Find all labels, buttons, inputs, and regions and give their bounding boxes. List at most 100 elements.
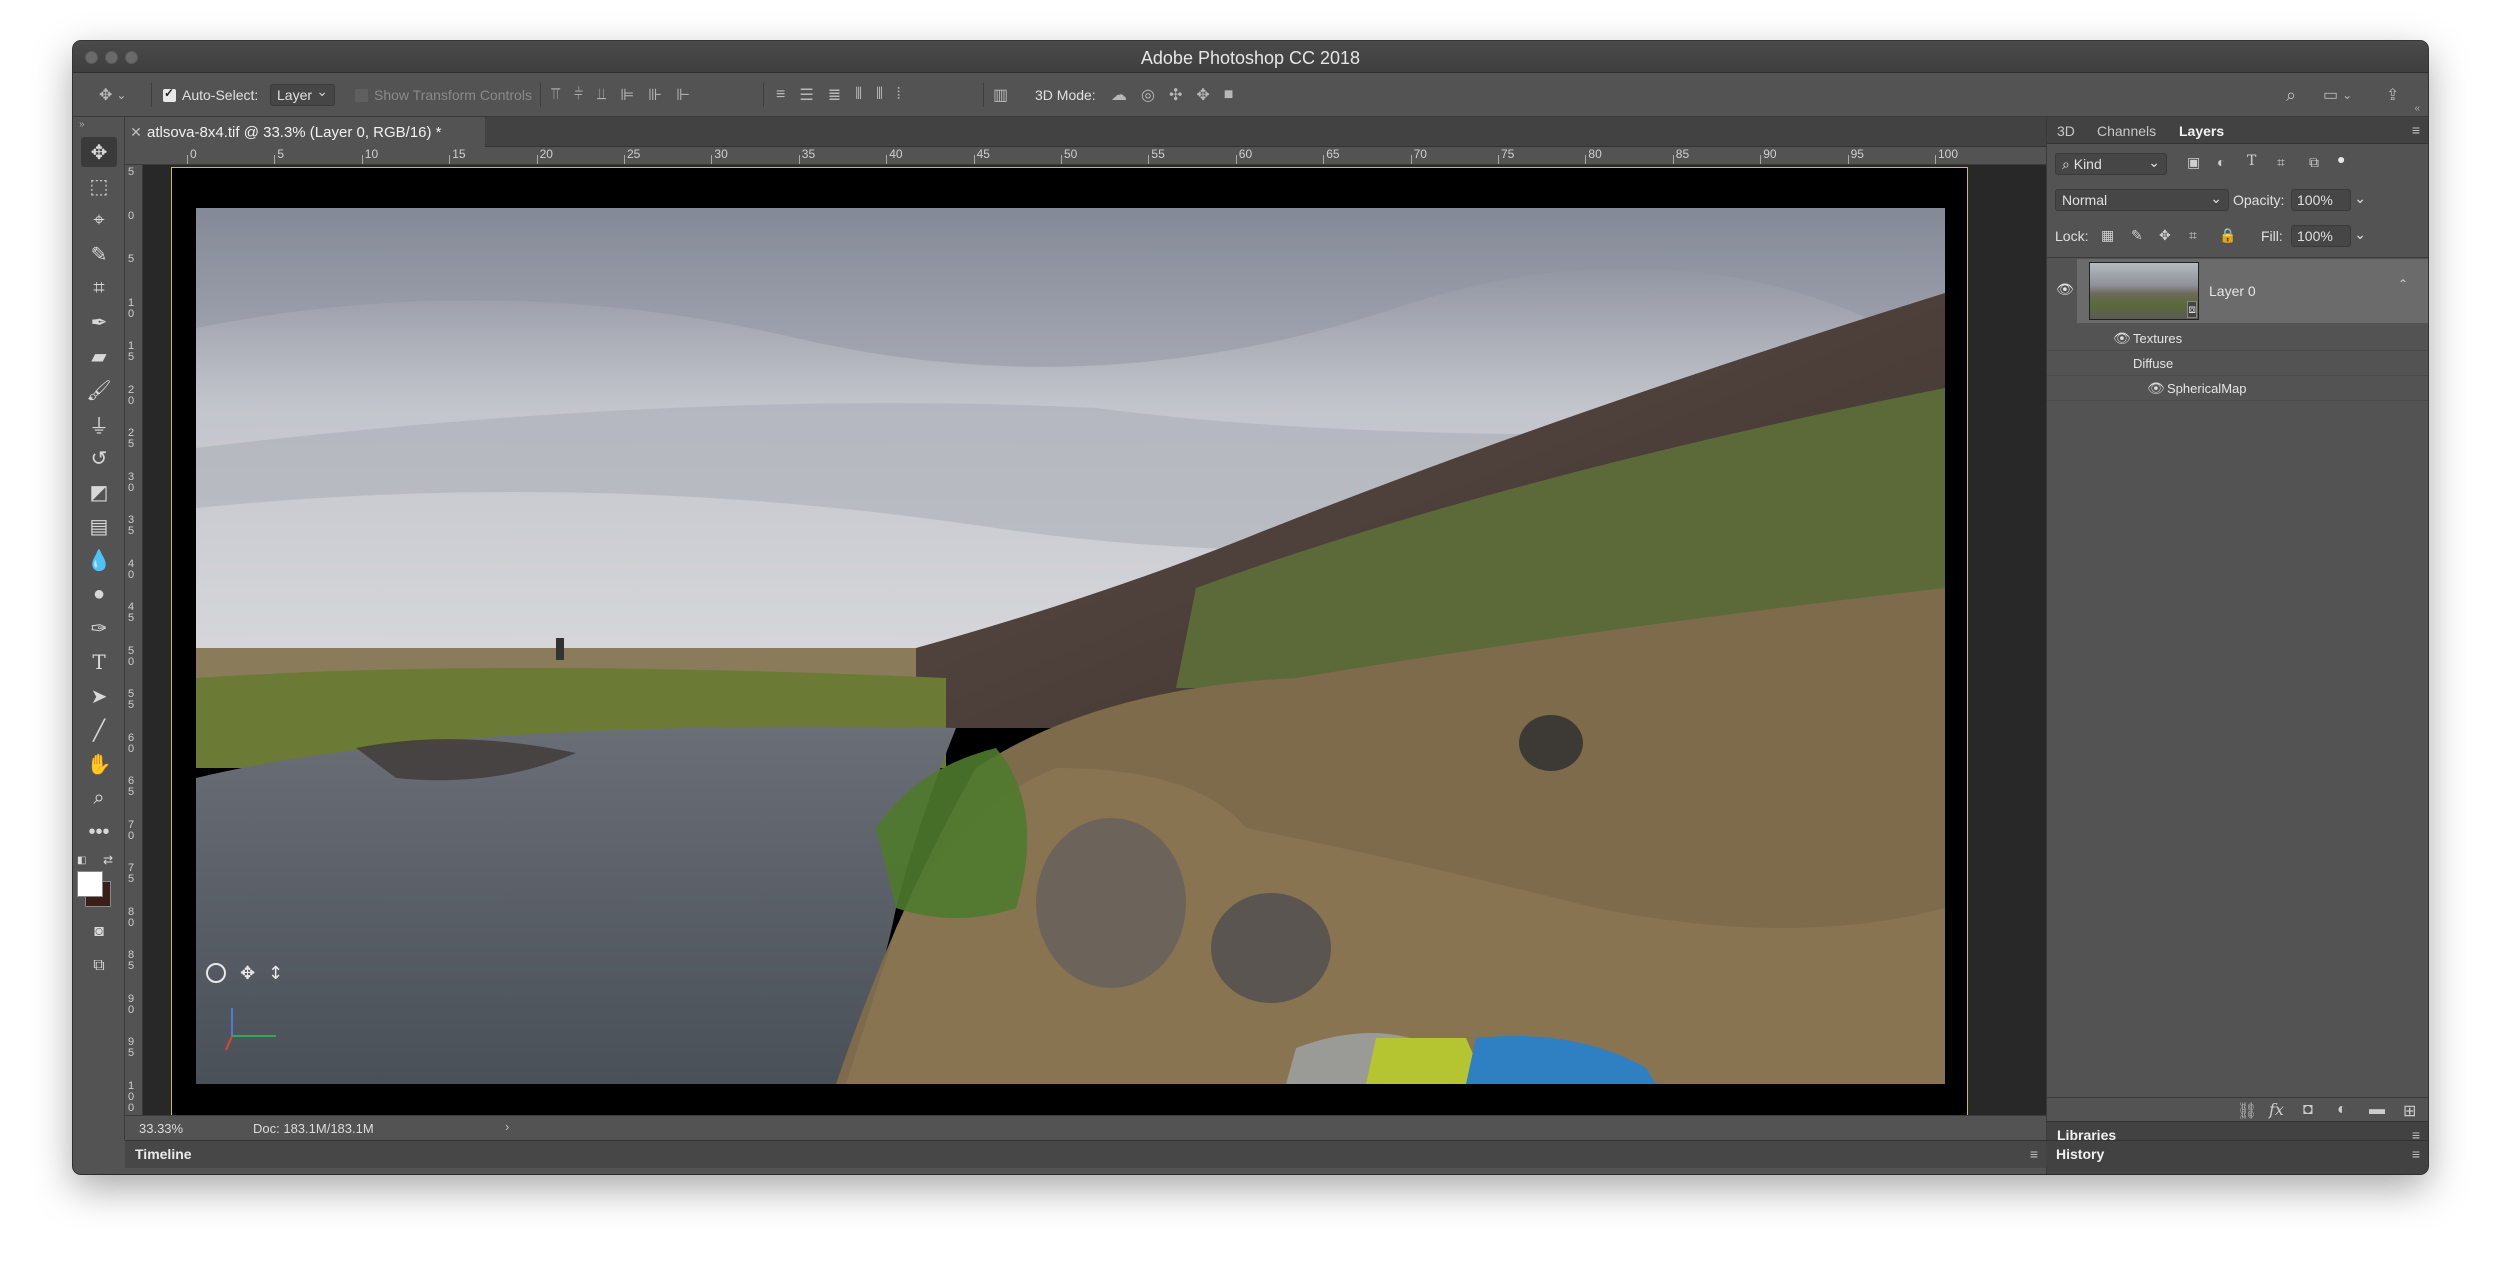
workspace-switcher[interactable]: ▭ ⌄ (2323, 73, 2352, 117)
layer-visibility-toggle[interactable]: 👁 (2047, 259, 2077, 325)
horizontal-ruler[interactable]: 0 5 10 15 20 25 30 35 40 45 50 55 60 65 70 75 80 85 90 95 10… (125, 147, 2046, 165)
lock-all-icon[interactable]: 🔒 (2219, 227, 2236, 244)
diffuse-row[interactable]: Diffuse (2047, 352, 2428, 376)
fill-input[interactable]: 100% ⌄ (2291, 225, 2366, 247)
default-colors-icon[interactable]: ◧ (77, 855, 86, 866)
scale-3d-icon[interactable]: ■ (1224, 86, 1234, 104)
tab-layers[interactable]: Layers (2179, 123, 2224, 139)
opacity-input[interactable]: 100% ⌄ (2291, 189, 2366, 211)
blur-tool[interactable]: 💧 (81, 545, 117, 575)
adjustment-layer-icon[interactable]: ◐ (2337, 1101, 2347, 1119)
type-tool[interactable]: T (81, 647, 117, 677)
share-button[interactable]: ⇪ (2386, 73, 2399, 117)
timeline-panel[interactable]: Timeline ≡ (125, 1140, 2046, 1168)
dodge-tool[interactable]: ● (81, 579, 117, 609)
align-vertical-center-icon[interactable]: ⫩ (574, 86, 583, 104)
show-transform-controls-checkbox[interactable]: Show Transform Controls (355, 73, 532, 117)
eyedropper-tool[interactable]: ✒ (81, 307, 117, 337)
marquee-tool[interactable]: ⬚ (81, 171, 117, 201)
filter-kind-dropdown[interactable]: ⌕ Kind ⌄ (2055, 153, 2167, 175)
hand-tool[interactable]: ✋ (81, 749, 117, 779)
zoom-tool[interactable]: ⌕ (81, 783, 117, 813)
new-group-icon[interactable]: ▬ (2369, 1101, 2385, 1119)
line-tool[interactable]: ╱ (81, 715, 117, 745)
eye-icon[interactable]: 👁 (2147, 380, 2165, 397)
new-layer-icon[interactable]: ⊞ (2403, 1101, 2416, 1121)
link-layers-icon[interactable]: ⛓ (2237, 1101, 2257, 1121)
blend-mode-dropdown[interactable]: Normal ⌄ (2055, 189, 2229, 211)
lock-transparent-pixels-icon[interactable]: ▦ (2101, 227, 2114, 244)
eraser-tool[interactable]: ◩ (81, 477, 117, 507)
align-left-icon[interactable]: ⊫ (620, 85, 634, 105)
auto-select-checkbox[interactable]: Auto-Select: (163, 73, 258, 117)
path-selection-tool[interactable]: ➤ (81, 681, 117, 711)
panel-menu-icon[interactable]: ≡ (2412, 122, 2420, 138)
chevron-up-icon[interactable]: ⌃ (2398, 277, 2408, 291)
document-tab[interactable]: ✕ atlsova-8x4.tif @ 33.3% (Layer 0, RGB/… (125, 117, 485, 147)
filter-shape-icon[interactable]: ⌗ (2277, 154, 2285, 171)
pen-tool[interactable]: ✑ (81, 613, 117, 643)
lock-image-pixels-icon[interactable]: ✎ (2131, 227, 2143, 244)
lock-position-icon[interactable]: ✥ (2159, 227, 2171, 244)
align-top-icon[interactable]: ⫪ (551, 86, 560, 104)
distribute-right-icon[interactable]: ⦙ (897, 86, 901, 104)
pan-3d-icon[interactable]: ✣ (1169, 85, 1182, 105)
zoom-level[interactable]: 33.33% (139, 1121, 183, 1136)
tab-channels[interactable]: Channels (2097, 123, 2156, 139)
filter-pixel-icon[interactable]: ▣ (2187, 154, 2200, 171)
chevron-down-icon[interactable]: ⌄ (2354, 226, 2366, 243)
fx-icon[interactable]: fx (2269, 1100, 2284, 1119)
move-tool[interactable]: ✥ (81, 137, 117, 167)
distribute-vertical-center-icon[interactable]: ☰ (799, 85, 813, 105)
move-tool-preset-picker[interactable]: ✥ ⌄ (99, 73, 126, 117)
filter-type-icon[interactable]: T (2247, 153, 2256, 169)
auto-select-target-dropdown[interactable]: Layer (270, 73, 336, 117)
quick-selection-tool[interactable]: ✎ (81, 239, 117, 269)
status-menu-arrow-icon[interactable]: › (505, 1119, 509, 1134)
distribute-horizontal-center-icon[interactable]: ⫴ (876, 86, 883, 104)
distribute-top-icon[interactable]: ≡ (776, 86, 785, 104)
canvas-area[interactable]: ✥ ↕ (143, 165, 2046, 1123)
orbit-3d-icon[interactable]: ☁ (1111, 85, 1127, 105)
foreground-color-swatch[interactable] (77, 871, 103, 897)
add-mask-icon[interactable]: ◘ (2303, 1101, 2313, 1119)
chevron-down-icon[interactable]: ⌄ (2354, 190, 2366, 207)
search-button[interactable]: ⌕ (2286, 73, 2296, 117)
layer-row-layer-0[interactable]: 👁 ⧈ Layer 0 ⌃ (2047, 259, 2428, 325)
history-panel-header[interactable]: History ≡ (2046, 1140, 2428, 1167)
tab-3d[interactable]: 3D (2057, 123, 2075, 139)
history-brush-tool[interactable]: ↺ (81, 443, 117, 473)
swap-colors-icon[interactable]: ⇄ (103, 853, 113, 867)
textures-row[interactable]: 👁 Textures (2047, 327, 2428, 351)
lock-artboard-icon[interactable]: ⌗ (2189, 227, 2197, 244)
lasso-tool[interactable]: ⌖ (81, 205, 117, 235)
filter-toggle-icon[interactable]: ● (2337, 151, 2345, 167)
collapse-panels-icon[interactable]: « (2414, 103, 2420, 114)
align-horizontal-center-icon[interactable]: ⊪ (648, 85, 662, 105)
close-tab-icon[interactable]: ✕ (125, 124, 147, 141)
eye-icon[interactable]: 👁 (2113, 330, 2131, 347)
roll-3d-icon[interactable]: ◎ (1141, 85, 1155, 105)
distribute-bottom-icon[interactable]: ≣ (828, 85, 841, 105)
healing-brush-tool[interactable]: ▰ (81, 341, 117, 371)
filter-adjustment-icon[interactable]: ◐ (2217, 154, 2225, 170)
clone-stamp-tool[interactable]: ⏚ (81, 409, 117, 439)
align-right-icon[interactable]: ⊩ (676, 85, 690, 105)
collapse-panel-icon[interactable]: » (79, 119, 85, 130)
panel-menu-icon[interactable]: ≡ (2030, 1146, 2038, 1162)
quick-mask-button[interactable]: ◙ (81, 917, 117, 947)
auto-align-layers-button[interactable]: ▥ (993, 73, 1008, 117)
brush-tool[interactable]: 🖌 (81, 375, 117, 405)
vertical-ruler[interactable]: 5 0 5 1 0 1 5 2 0 2 5 3 0 3 5 4 0 4 5 5 0 5 5 6 0 6 5 7… (125, 165, 143, 1115)
edit-toolbar-button[interactable]: ••• (81, 817, 117, 847)
slide-3d-icon[interactable]: ✥ (1196, 85, 1209, 105)
panel-menu-icon[interactable]: ≡ (2412, 1146, 2420, 1162)
document-canvas[interactable]: ✥ ↕ (171, 167, 1968, 1123)
screen-mode-button[interactable]: ⧉ (81, 951, 117, 981)
distribute-left-icon[interactable]: ⦀ (855, 86, 862, 104)
filter-smart-object-icon[interactable]: ⧉ (2309, 154, 2319, 171)
gradient-tool[interactable]: ▤ (81, 511, 117, 541)
align-bottom-icon[interactable]: ⫫ (597, 86, 606, 104)
crop-tool[interactable]: ⌗ (81, 273, 117, 303)
spherical-map-row[interactable]: 👁 SphericalMap (2047, 377, 2428, 401)
